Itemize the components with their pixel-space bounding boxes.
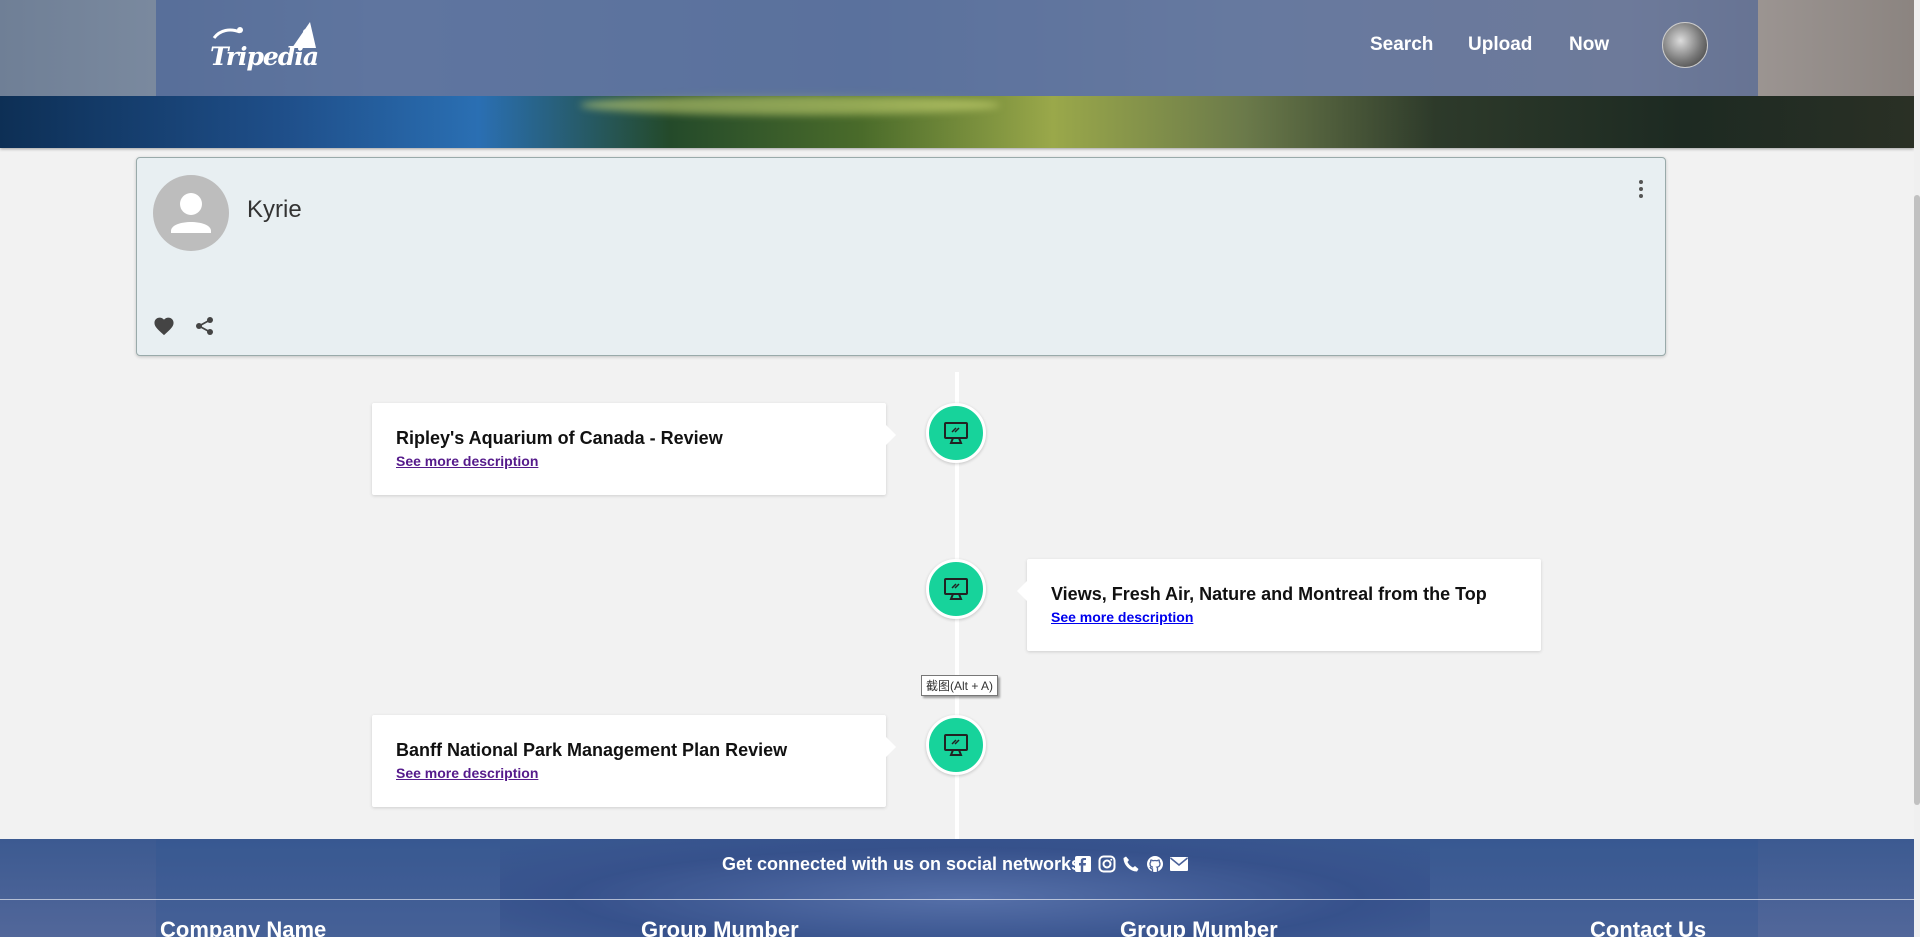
timeline-node xyxy=(926,715,986,775)
user-avatar[interactable] xyxy=(1662,22,1708,68)
github-icon[interactable] xyxy=(1144,853,1165,874)
monitor-icon xyxy=(944,734,968,756)
footer-divider xyxy=(0,899,1914,900)
timeline-card-title: Banff National Park Management Plan Revi… xyxy=(396,740,788,760)
social-icons xyxy=(1072,853,1189,874)
nav-upload-link[interactable]: Upload xyxy=(1468,34,1532,56)
person-icon xyxy=(171,193,211,233)
see-more-link[interactable]: See more description xyxy=(396,765,538,781)
scrollbar-thumb[interactable] xyxy=(1914,195,1920,805)
instagram-icon[interactable] xyxy=(1096,853,1117,874)
logo-text: Tripedia xyxy=(210,42,319,71)
timeline-node xyxy=(926,559,986,619)
social-text: Get connected with us on social networks… xyxy=(722,854,1088,874)
see-more-link[interactable]: See more description xyxy=(396,453,538,469)
profile-name: Kyrie xyxy=(247,196,302,223)
more-vert-icon[interactable] xyxy=(1639,180,1643,201)
screenshot-tooltip: 截图(Alt + A) xyxy=(921,675,999,696)
monitor-icon xyxy=(944,578,968,600)
timeline-card-title: Views, Fresh Air, Nature and Montreal fr… xyxy=(1051,584,1487,604)
timeline-node xyxy=(926,403,986,463)
profile-card: Kyrie xyxy=(136,157,1666,356)
mail-icon[interactable] xyxy=(1168,853,1189,874)
footer-column-title: Group Mumber xyxy=(1120,917,1278,937)
nav-search-link[interactable]: Search xyxy=(1370,34,1433,56)
timeline-card: Ripley's Aquarium of Canada - Review See… xyxy=(372,403,896,495)
see-more-link[interactable]: See more description xyxy=(1051,609,1193,625)
profile-avatar xyxy=(153,175,229,251)
monitor-icon xyxy=(944,422,968,444)
footer-column-title: Contact Us xyxy=(1590,917,1707,937)
nav-now-link[interactable]: Now xyxy=(1569,34,1609,56)
timeline-card: Views, Fresh Air, Nature and Montreal fr… xyxy=(1017,559,1541,651)
heart-icon[interactable] xyxy=(153,316,175,341)
footer: Get connected with us on social networks… xyxy=(0,839,1914,937)
share-icon[interactable] xyxy=(195,316,215,341)
timeline-card-title: Ripley's Aquarium of Canada - Review xyxy=(396,428,723,448)
phone-icon[interactable] xyxy=(1120,853,1141,874)
facebook-icon[interactable] xyxy=(1072,853,1093,874)
footer-column-title: Group Mumber xyxy=(641,917,799,937)
page-scrollbar[interactable] xyxy=(1914,0,1920,937)
footer-column-title: Company Name xyxy=(160,917,327,937)
site-logo[interactable]: Tripedia xyxy=(210,20,320,76)
timeline-card: Banff National Park Management Plan Revi… xyxy=(372,715,896,807)
